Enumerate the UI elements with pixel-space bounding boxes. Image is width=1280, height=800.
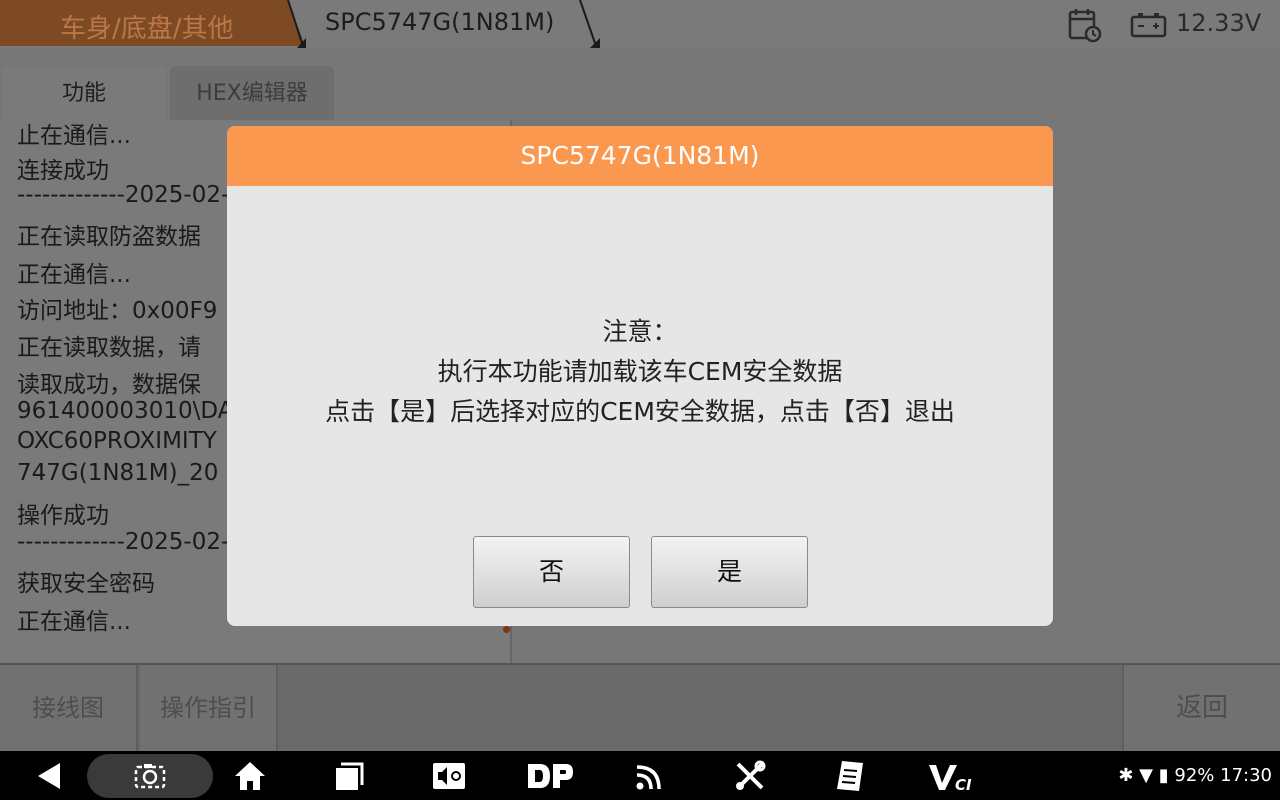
dialog-title: SPC5747G(1N81M) [227,126,1053,186]
volume-brightness-icon[interactable] [432,759,466,793]
vci-icon[interactable]: CI [928,759,974,793]
yes-button[interactable]: 是 [651,536,808,608]
signal-feed-icon[interactable] [633,759,667,793]
log-line: 正在读取数据，请 [17,335,201,361]
log-line: -------------2025-02-1 [17,182,244,208]
breadcrumb-separator-icon [579,0,600,48]
operation-guide-button[interactable]: 操作指引 [140,665,278,751]
dp-icon[interactable] [526,759,574,793]
log-line: 访问地址：0x00F9 [17,298,218,324]
battery-icon [1130,13,1167,38]
top-header: 车身/底盘/其他 SPC5747G(1N81M) 12.33V [0,0,1280,48]
log-line: 连接成功 [17,158,109,184]
home-icon[interactable] [233,759,267,793]
tools-icon[interactable] [733,759,767,793]
log-line: 操作成功 [17,503,109,529]
manual-icon[interactable] [833,759,867,793]
back-button[interactable]: 返回 [1122,665,1280,751]
wiring-diagram-button[interactable]: 接线图 [0,665,138,751]
clock: 17:30 [1220,765,1272,786]
battery-status-icon: ▮ [1158,765,1169,786]
log-line: 747G(1N81M)_20 [17,460,219,486]
log-line: 止在通信... [17,123,131,149]
log-line: 读取成功，数据保 [17,372,201,398]
dialog-message-line: 执行本功能请加载该车CEM安全数据 [437,357,843,386]
breadcrumb-separator-icon [287,0,306,48]
system-status: ✱ ▼ ▮ 92% 17:30 [1118,765,1272,786]
dialog-message-line: 点击【是】后选择对应的CEM安全数据，点击【否】退出 [325,397,955,426]
system-nav-bar: CI ✱ ▼ ▮ 92% 17:30 [0,751,1280,800]
screenshot-icon[interactable] [133,759,167,793]
tab-hex-editor[interactable]: HEX编辑器 [170,66,334,122]
breadcrumb-category[interactable]: 车身/底盘/其他 [0,0,305,46]
calendar-clock-icon[interactable] [1066,6,1104,44]
bluetooth-icon: ✱ [1118,765,1134,786]
svg-text:CI: CI [955,776,972,793]
wifi-icon: ▼ [1139,765,1153,786]
log-line: 961400003010\DA [17,398,234,424]
log-line: -------------2025-02-1 [17,529,244,555]
battery-percent: 92% [1174,765,1215,786]
dialog-notice-heading: 注意： [602,317,678,346]
log-line: 正在通信... [17,609,131,635]
tab-function[interactable]: 功能 [2,66,166,122]
log-line: OXC60PROXIMITY [17,428,217,454]
voltage-readout: 12.33V [1176,9,1262,37]
breadcrumb-category-label: 车身/底盘/其他 [60,14,234,44]
breadcrumb-module[interactable]: SPC5747G(1N81M) [325,8,554,36]
confirm-dialog: SPC5747G(1N81M) 注意： 执行本功能请加载该车CEM安全数据 点击… [227,126,1053,626]
back-triangle-icon[interactable] [32,759,66,793]
log-line: 正在通信... [17,262,131,288]
recent-apps-icon[interactable] [333,759,367,793]
scroll-indicator [503,626,510,633]
log-line: 获取安全密码 [17,571,155,597]
no-button[interactable]: 否 [473,536,630,608]
bottom-toolbar: 接线图 操作指引 返回 [0,663,1280,751]
log-line: 正在读取防盗数据 [17,224,201,250]
